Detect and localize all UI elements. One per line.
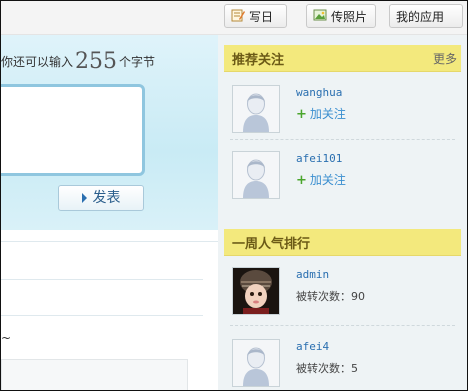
feed-text: ~ [1, 331, 12, 345]
follow-button[interactable]: + 加关注 [296, 171, 346, 188]
upload-photo-label: 传照片 [331, 10, 368, 24]
username-link[interactable]: afei101 [296, 152, 342, 165]
avatar[interactable] [232, 85, 280, 133]
my-apps-menu[interactable]: 我的应用 [389, 4, 463, 43]
avatar[interactable] [232, 339, 280, 387]
photo-icon [313, 6, 327, 30]
remaining-count: 255 [75, 49, 118, 74]
list-item: afei4 被转次数：5 [224, 335, 461, 390]
remaining-prefix: 你还可以输入 [1, 55, 74, 69]
avatar[interactable] [232, 267, 280, 315]
post-textarea[interactable] [1, 84, 145, 176]
remaining-count-text: 你还可以输入255 个字节 [1, 49, 155, 74]
list-item: admin 被转次数：90 [224, 263, 461, 325]
sidebar: 推荐关注 更多 wanghua + 加关注 afei101 + 加关注 一周人气排行 [218, 35, 467, 390]
my-apps-label: 我的应用 [396, 10, 445, 24]
plus-icon: + [296, 173, 307, 188]
plus-icon: + [296, 107, 307, 122]
divider [230, 139, 455, 140]
forward-count-value: 5 [351, 362, 358, 375]
upload-photo-button[interactable]: 传照片 [306, 4, 376, 28]
recommend-header: 推荐关注 更多 [224, 45, 461, 72]
top-toolbar: 写日志 传照片 我的应用 [1, 1, 467, 49]
forward-count-label: 被转次数： [296, 290, 351, 303]
follow-label: 加关注 [309, 107, 346, 121]
divider [1, 241, 218, 242]
write-diary-button[interactable]: 写日志 [224, 4, 287, 49]
main-panel: 你还可以输入255 个字节 发表 ~ [1, 35, 218, 390]
weekly-header: 一周人气排行 [224, 229, 461, 256]
app-window: 写日志 传照片 我的应用 你还可以输入255个字节 发表 ~ [0, 0, 468, 391]
list-item: wanghua + 加关注 [224, 81, 461, 143]
divider [230, 325, 455, 326]
remaining-suffix: 个字节 [119, 55, 156, 69]
list-item: afei101 + 加关注 [224, 147, 461, 209]
forward-count-value: 90 [351, 290, 365, 303]
avatar[interactable] [232, 151, 280, 199]
username-link[interactable]: afei4 [296, 340, 329, 353]
divider [1, 315, 203, 316]
follow-button[interactable]: + 加关注 [296, 105, 346, 122]
follow-label: 加关注 [309, 173, 346, 187]
pencil-icon [231, 6, 245, 30]
forward-count: 被转次数：90 [296, 288, 365, 304]
forward-count: 被转次数：5 [296, 360, 358, 376]
recommend-title: 推荐关注 [232, 53, 285, 68]
username-link[interactable]: wanghua [296, 86, 342, 99]
divider [1, 279, 203, 280]
more-link[interactable]: 更多 [433, 50, 457, 67]
feed-item-box [1, 359, 188, 390]
weekly-title: 一周人气排行 [232, 237, 311, 252]
play-arrow-icon [81, 193, 87, 203]
post-button[interactable]: 发表 [58, 185, 144, 211]
forward-count-label: 被转次数： [296, 362, 351, 375]
post-button-label: 发表 [92, 190, 121, 206]
username-link[interactable]: admin [296, 268, 329, 281]
compose-box: 你还可以输入255 个字节 发表 [1, 35, 218, 230]
